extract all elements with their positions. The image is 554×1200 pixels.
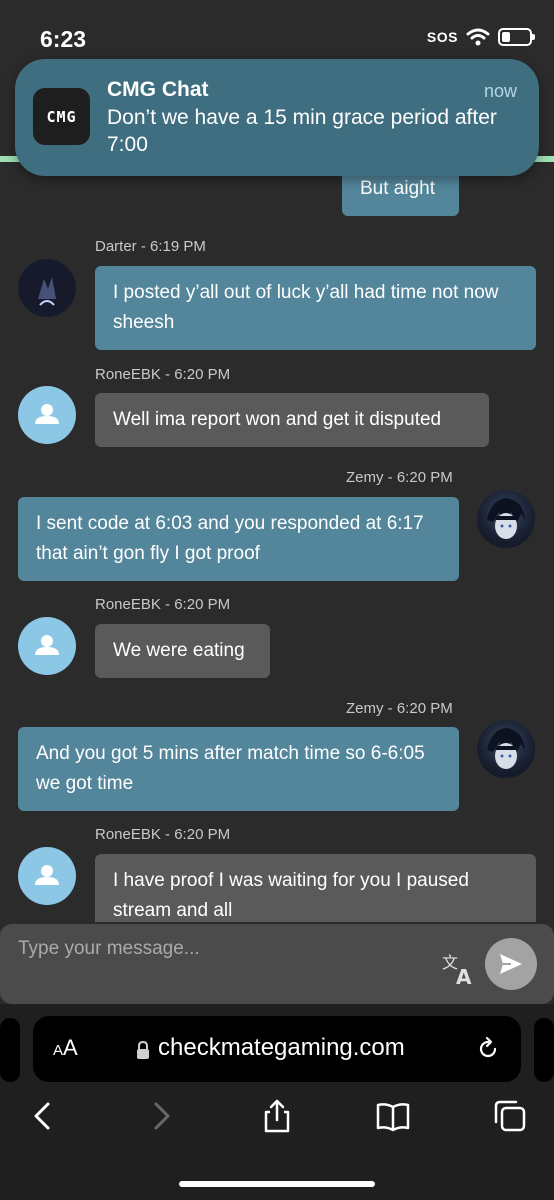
message-text: But aight — [360, 178, 435, 199]
send-icon — [500, 954, 522, 974]
message-meta: RoneEBK - 6:20 PM — [95, 366, 231, 383]
message-meta: RoneEBK - 6:20 PM — [95, 596, 231, 613]
message-timestamp: 6:20 PM — [174, 366, 231, 383]
message-author: Zemy — [346, 469, 384, 486]
message-bubble: We were eating — [95, 624, 270, 678]
avatar[interactable] — [18, 386, 76, 444]
message-meta: Zemy - 6:20 PM — [346, 700, 453, 717]
avatar[interactable] — [477, 490, 535, 548]
wifi-icon — [466, 28, 490, 46]
battery-icon — [498, 28, 535, 46]
notification-banner[interactable]: CMG CMG Chat now Don’t we have a 15 min … — [15, 59, 539, 176]
notification-body: Don’t we have a 15 min grace period afte… — [107, 106, 497, 156]
message-author: Darter — [95, 238, 137, 255]
user-icon — [35, 635, 59, 655]
home-indicator — [179, 1181, 375, 1187]
notification-title: CMG Chat — [107, 78, 209, 101]
dark-avatar-icon — [18, 259, 76, 317]
aa-small: A — [53, 1042, 64, 1059]
url-text: checkmategaming.com — [158, 1034, 405, 1061]
message-timestamp: 6:20 PM — [396, 700, 453, 717]
avatar[interactable] — [18, 617, 76, 675]
message-author: RoneEBK — [95, 596, 161, 613]
status-time: 6:23 — [40, 26, 87, 52]
user-icon — [35, 865, 59, 885]
previous-tab-edge[interactable] — [0, 1018, 20, 1082]
sos-label: SOS — [426, 29, 458, 45]
reader-options-button[interactable]: AA — [53, 1035, 78, 1061]
message-text: We were eating — [113, 640, 245, 661]
address-bar[interactable]: AA checkmategaming.com — [33, 1016, 521, 1082]
message-author: RoneEBK — [95, 826, 161, 843]
aa-large: A — [63, 1035, 78, 1060]
anime-avatar-icon — [487, 728, 525, 778]
message-author: RoneEBK — [95, 366, 161, 383]
message-timestamp: 6:20 PM — [396, 469, 453, 486]
message-bubble: And you got 5 mins after match time so 6… — [18, 727, 459, 811]
message-timestamp: 6:20 PM — [174, 596, 231, 613]
battery-level — [502, 32, 510, 42]
message-meta: Darter - 6:19 PM — [95, 238, 206, 255]
message-bubble: Well ima report won and get it disputed — [95, 393, 489, 447]
user-icon — [35, 404, 59, 424]
bookmarks-icon[interactable] — [375, 1098, 411, 1134]
tabs-icon[interactable] — [492, 1098, 528, 1134]
message-timestamp: 6:19 PM — [150, 238, 206, 255]
browser-chrome: AA checkmategaming.com — [0, 1004, 554, 1200]
message-text: And you got 5 mins after match time so 6… — [36, 743, 425, 794]
lock-icon — [137, 1040, 149, 1059]
anime-avatar-icon — [487, 498, 525, 548]
avatar[interactable] — [18, 847, 76, 905]
message-author: Zemy — [346, 700, 384, 717]
svg-text:A: A — [456, 965, 472, 986]
notification-time: now — [483, 81, 517, 101]
message-meta: Zemy - 6:20 PM — [346, 469, 453, 486]
message-bubble: I posted y’all out of luck y’all had tim… — [95, 266, 536, 350]
message-text: Well ima report won and get it disputed — [113, 409, 442, 430]
avatar[interactable] — [477, 720, 535, 778]
message-text: I have proof I was waiting for you I pau… — [113, 870, 469, 921]
avatar[interactable] — [18, 259, 76, 317]
send-button[interactable] — [485, 938, 537, 990]
message-meta: RoneEBK - 6:20 PM — [95, 826, 231, 843]
cmg-app-icon: CMG — [33, 88, 90, 145]
share-icon[interactable] — [259, 1098, 295, 1134]
forward-icon[interactable] — [144, 1098, 180, 1134]
message-bubble: I sent code at 6:03 and you responded at… — [18, 497, 459, 581]
translate-icon[interactable]: 文 A — [440, 950, 476, 986]
message-text: I posted y’all out of luck y’all had tim… — [113, 282, 499, 333]
message-timestamp: 6:20 PM — [174, 826, 231, 843]
message-input[interactable] — [18, 934, 418, 964]
reload-icon[interactable] — [475, 1036, 501, 1062]
cmg-logo-text: CMG — [46, 107, 77, 126]
next-tab-edge[interactable] — [534, 1018, 554, 1082]
back-icon[interactable] — [24, 1098, 60, 1134]
message-text: I sent code at 6:03 and you responded at… — [36, 513, 424, 564]
status-indicators: SOS — [426, 28, 535, 46]
message-bubble: I have proof I was waiting for you I pau… — [95, 854, 536, 922]
